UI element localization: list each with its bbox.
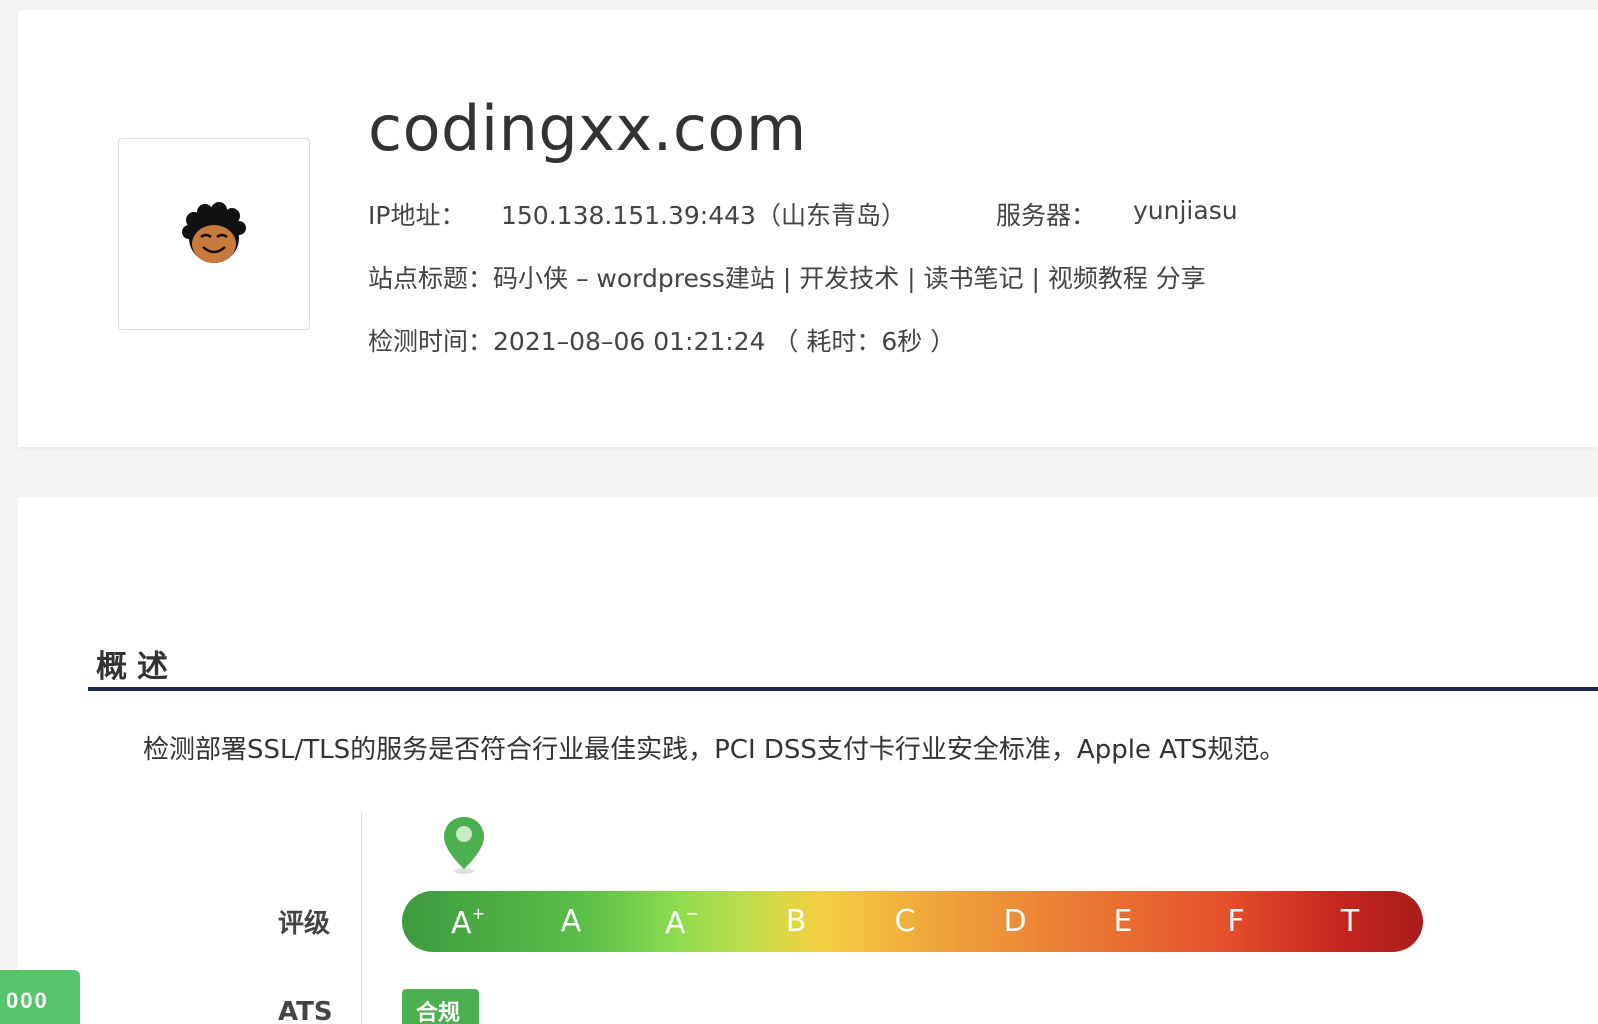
grade-d: D bbox=[1003, 904, 1027, 939]
grade-b: B bbox=[785, 904, 807, 939]
grade-e: E bbox=[1113, 904, 1133, 939]
overview-divider bbox=[88, 687, 1598, 691]
ip-label: IP地址： bbox=[368, 201, 466, 230]
avatar-face-icon bbox=[182, 202, 246, 263]
grade-a-minus: A− bbox=[665, 904, 699, 941]
check-time-value: 2021–08–06 01:21:24 （ 耗时：6秒 ） bbox=[493, 327, 956, 356]
site-title-row: 站点标题：码小侠 – wordpress建站 | 开发技术 | 读书笔记 | 视… bbox=[368, 259, 1206, 295]
vertical-divider bbox=[361, 812, 362, 1024]
floating-menu-button[interactable]: 000 bbox=[0, 970, 80, 1024]
overview-card: 概述 检测部署SSL/TLS的服务是否符合行业最佳实践，PCI DSS支付卡行业… bbox=[18, 497, 1598, 1024]
server-value: yunjiasu bbox=[1133, 196, 1238, 225]
overview-description: 检测部署SSL/TLS的服务是否符合行业最佳实践，PCI DSS支付卡行业安全标… bbox=[143, 735, 1286, 765]
site-info-card: codingxx.com IP地址： 150.138.151.39:443（山东青… bbox=[18, 10, 1598, 447]
ip-value: 150.138.151.39:443（山东青岛） bbox=[501, 201, 906, 230]
grade-a-plus: A+ bbox=[451, 904, 485, 941]
site-title-value: 码小侠 – wordpress建站 | 开发技术 | 读书笔记 | 视频教程 分… bbox=[493, 264, 1206, 293]
grade-c: C bbox=[894, 904, 916, 939]
domain-title: codingxx.com bbox=[368, 92, 807, 165]
server-label: 服务器： bbox=[996, 201, 1097, 230]
map-pin-icon bbox=[444, 817, 484, 874]
grade-bar: A+ A A− B C D E F T bbox=[402, 891, 1423, 952]
check-time-row: 检测时间：2021–08–06 01:21:24 （ 耗时：6秒 ） bbox=[368, 322, 955, 358]
ats-label: ATS bbox=[278, 997, 333, 1024]
check-time-label: 检测时间： bbox=[368, 327, 494, 356]
ip-row: IP地址： 150.138.151.39:443（山东青岛） 服务器： yunji… bbox=[368, 196, 1238, 232]
overview-title: 概述 bbox=[96, 649, 178, 685]
site-title-label: 站点标题： bbox=[368, 264, 494, 293]
grade-a: A bbox=[560, 904, 582, 939]
grade-f: F bbox=[1227, 904, 1245, 939]
ats-status-badge: 合规 bbox=[402, 989, 479, 1024]
site-logo bbox=[118, 138, 310, 330]
grade-t: T bbox=[1340, 904, 1360, 939]
rating-label: 评级 bbox=[278, 909, 331, 939]
